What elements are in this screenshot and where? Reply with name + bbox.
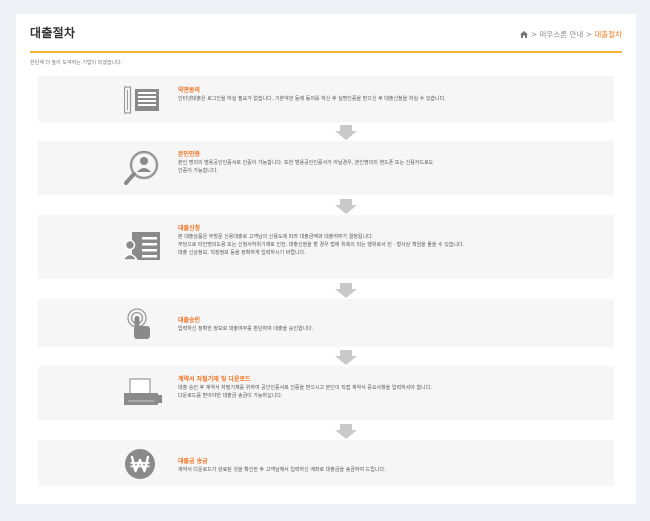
step-description: 다운로드를 받아야만 대출금 송금이 가능하십니다. <box>178 393 283 399</box>
step-terms-agreement: 약관동의 인터넷대출은 로그인을 하실 필요가 없습니다. 기본약관 등에 동의… <box>38 76 614 122</box>
breadcrumb-separator: > <box>530 30 538 39</box>
step-contract-download: 계약서 자필기재 및 다운로드 대출 승인 후 계약서 자필기재를 위하여 공인… <box>38 366 614 420</box>
step-identity-verification: 본인인증 본인 명의의 범용공인인증서로 인증이 가능합니다. 또한 범용공인인… <box>38 141 614 195</box>
printer-icon <box>124 378 164 414</box>
page-subnote: 한단계 더 높이 도약하는 기업이 되겠습니다. <box>30 60 123 66</box>
application-form-icon <box>121 231 162 267</box>
step-title: 대출신청 <box>178 225 201 232</box>
step-title: 대출금 송금 <box>178 458 208 465</box>
page-container: 대출절차 > 머우스론 안내 > 대출절차 한단계 더 높이 도약하는 기업이 … <box>16 14 636 504</box>
page-header: 대출절차 > 머우스론 안내 > 대출절차 <box>30 22 622 53</box>
step-title: 약관동의 <box>178 87 201 94</box>
step-loan-approval: 대출승인 입력하신 정확한 정보로 대출여부를 판단하여 대출을 승인합니다. <box>38 299 614 347</box>
step-description: 계약서 다운로드가 완료된 것을 확인한 후 고객님께서 입력하신 계좌로 대출… <box>178 467 386 473</box>
step-title: 대출승인 <box>178 317 201 324</box>
step-description: 인증이 가능합니다. <box>178 168 218 174</box>
step-title: 본인인증 <box>178 151 201 158</box>
touch-approve-icon <box>124 308 162 344</box>
breadcrumb: > 머우스론 안내 > 대출절차 <box>520 29 622 40</box>
step-description: 부당으로 타인명의도용 또는 신청서허위기재로 인한, 대출신청을 할 경우 법… <box>178 242 465 248</box>
step-description: 대출 승인 후 계약서 자필기재를 위하여 공인인증서로 인증을 받으시고 본인… <box>178 385 432 391</box>
step-description: 대출 신상정보, 직장정보 등을 정확하게 입력하시기 바랍니다. <box>178 250 306 256</box>
identity-check-icon <box>124 150 162 190</box>
step-title: 계약서 자필기재 및 다운로드 <box>178 376 251 383</box>
won-coin-icon <box>124 448 156 484</box>
step-description: 입력하신 정확한 정보로 대출여부를 판단하여 대출을 승인합니다. <box>178 326 314 332</box>
step-loan-application: 대출신청 본 대출상품은 무방문 신용대출로 고객님의 신용도에 따라 대출금액… <box>38 215 614 279</box>
page-title: 대출절차 <box>30 26 76 40</box>
breadcrumb-item[interactable]: 머우스론 안내 <box>540 30 584 39</box>
home-icon[interactable] <box>520 30 531 39</box>
breadcrumb-separator: > <box>585 30 592 39</box>
step-description: 본 대출상품은 무방문 신용대출로 고객님의 신용도에 따라 대출금액과 대출여… <box>178 234 374 240</box>
step-description: 인터넷대출은 로그인을 하실 필요가 없습니다. 기본약관 등에 동의를 하신 … <box>178 96 446 102</box>
document-list-icon <box>123 86 162 118</box>
step-description: 본인 명의의 범용공인인증서로 인증이 가능합니다. 또한 범용공인인증서가 아… <box>178 160 434 166</box>
step-loan-remittance: 대출금 송금 계약서 다운로드가 완료된 것을 확인한 후 고객님께서 입력하신… <box>38 440 614 486</box>
breadcrumb-current: 대출절차 <box>594 30 622 39</box>
